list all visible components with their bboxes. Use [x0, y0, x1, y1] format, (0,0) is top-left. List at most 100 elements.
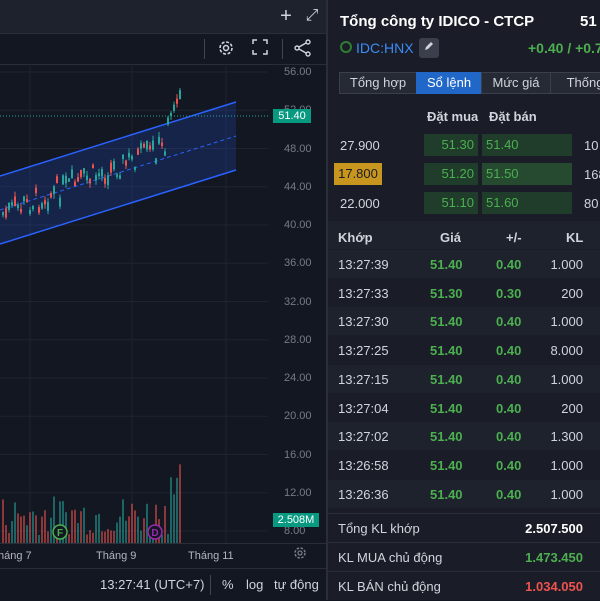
volume-bar	[50, 517, 52, 543]
candle-body	[11, 202, 13, 206]
tab-stats[interactable]: Thống	[550, 72, 600, 94]
tab-summary[interactable]: Tổng hợp	[339, 72, 417, 94]
company-name: Tổng công ty IDICO - CTCP	[340, 13, 535, 30]
toolbar-divider	[282, 39, 283, 59]
candle-body	[152, 140, 154, 150]
gear-icon[interactable]	[215, 38, 237, 60]
trade-time: 13:27:30	[338, 314, 389, 330]
event-marker-label: D	[151, 528, 158, 539]
trade-volume: 1.000	[550, 371, 583, 387]
trade-change: 0.40	[496, 457, 522, 473]
summary-value: 2.507.500	[525, 521, 583, 536]
tab-price-levels[interactable]: Mức giá	[481, 72, 551, 94]
volume-badge: 2.508M	[273, 513, 319, 527]
expand-icon[interactable]: ⤢	[301, 6, 323, 28]
candle-body	[74, 181, 76, 186]
volume-bar	[125, 520, 127, 543]
candle-body	[89, 178, 91, 184]
candle-body	[23, 196, 25, 202]
candle-body	[107, 175, 109, 186]
trade-row[interactable]: 13:27:25 51.40 0.40 8.000	[328, 336, 600, 364]
ticker-symbol[interactable]: IDC:HNX	[356, 40, 414, 56]
auto-toggle[interactable]: tự động	[274, 577, 319, 592]
orderbook-row[interactable]: 22.000 51.10 51.60 80	[328, 191, 600, 217]
candle-body	[92, 164, 94, 169]
summary-row: Tổng KL khớp 2.507.500	[328, 513, 600, 542]
add-icon[interactable]: +	[275, 6, 297, 28]
time-settings-icon[interactable]	[289, 545, 311, 567]
trade-row[interactable]: 13:27:15 51.40 0.40 1.000	[328, 364, 600, 393]
ask-price[interactable]: 51.60	[482, 192, 572, 214]
trade-row[interactable]: 13:27:33 51.30 0.30 200	[328, 279, 600, 307]
ask-price[interactable]: 51.40	[482, 134, 572, 156]
ask-price[interactable]: 51.50	[482, 163, 572, 185]
volume-bar	[146, 503, 148, 543]
candle-body	[5, 208, 7, 218]
trade-time: 13:27:04	[338, 400, 389, 416]
trade-row[interactable]: 13:27:39 51.40 0.40 1.000	[328, 250, 600, 278]
percent-toggle[interactable]: %	[222, 577, 234, 592]
time-tick: háng 7	[0, 550, 32, 562]
volume-bar	[176, 477, 178, 543]
trade-row[interactable]: 13:26:58 51.40 0.40 1.000	[328, 451, 600, 479]
edit-icon[interactable]	[419, 38, 439, 58]
chart-panel[interactable]: + ⤢ FD 56.0052.0048.0044.0040.0036.0032.…	[0, 0, 326, 600]
trade-price: 51.40	[430, 400, 463, 416]
summary-value: 1.473.450	[525, 550, 583, 565]
trade-change: 0.40	[496, 486, 522, 502]
trade-row[interactable]: 13:27:02 51.40 0.40 1.300	[328, 422, 600, 451]
bid-price[interactable]: 51.10	[424, 192, 478, 214]
trades-price-header: Giá	[440, 230, 461, 245]
quote-panel: Tổng công ty IDICO - CTCP 51 IDC:HNX +0.…	[328, 0, 600, 600]
orderbook-row[interactable]: 17.800 51.2051.50 168	[328, 162, 600, 188]
price-tick: 36.00	[284, 257, 312, 270]
trade-row[interactable]: 13:26:36 51.40 0.40 1.000	[328, 479, 600, 508]
trade-row[interactable]: 13:27:04 51.40 0.40 200	[328, 394, 600, 422]
time-axis[interactable]: háng 7 Tháng 9 Tháng 11	[0, 543, 326, 568]
candle-body	[17, 204, 19, 209]
volume-bar	[113, 530, 115, 543]
volume-bar	[164, 506, 166, 543]
trade-time: 13:27:15	[338, 371, 389, 387]
volume-bar	[119, 516, 121, 543]
orderbook-row[interactable]: 27.900 51.30 51.40 10	[328, 133, 600, 159]
candle-body	[104, 177, 106, 184]
volume-bar	[8, 532, 10, 543]
trade-volume: 1.000	[550, 457, 583, 473]
candle-body	[44, 200, 46, 205]
header-price: 51	[580, 13, 597, 30]
candle-body	[134, 167, 136, 170]
price-axis[interactable]: 56.0052.0048.0044.0040.0036.0032.0028.00…	[268, 64, 326, 544]
share-icon[interactable]	[292, 38, 314, 60]
price-chart[interactable]: FD	[0, 64, 268, 543]
trade-time: 13:27:25	[338, 343, 389, 359]
candle-body	[98, 173, 100, 177]
volume-bar	[2, 499, 4, 543]
volume-bar	[140, 530, 142, 543]
volume-bar	[47, 531, 49, 543]
trade-price: 51.40	[430, 371, 463, 387]
volume-bar	[116, 522, 118, 543]
log-toggle[interactable]: log	[246, 577, 263, 592]
channel-fill	[0, 102, 236, 244]
candle-body	[167, 117, 169, 125]
candle-body	[32, 206, 34, 210]
price-tick: 12.00	[284, 486, 312, 499]
trade-change: 0.40	[496, 314, 522, 330]
bottom-divider	[210, 575, 211, 595]
candle-body	[122, 154, 124, 160]
clock[interactable]: 13:27:41 (UTC+7)	[100, 577, 204, 592]
candle-body	[83, 168, 85, 174]
trades-change-header: +/-	[506, 230, 522, 245]
bid-price[interactable]: 51.20	[424, 163, 478, 185]
volume-bar	[92, 532, 94, 543]
trade-price: 51.40	[430, 314, 463, 330]
bid-price[interactable]: 51.30	[424, 134, 478, 156]
fullscreen-icon[interactable]	[249, 38, 271, 60]
trade-row[interactable]: 13:27:30 51.40 0.40 1.000	[328, 307, 600, 336]
tab-orderbook[interactable]: Sổ lệnh	[416, 72, 482, 94]
volume-bar	[74, 509, 76, 543]
bid-header: Đặt mua	[427, 109, 479, 124]
summary-row: KL MUA chủ động 1.473.450	[328, 542, 600, 571]
price-tick: 40.00	[284, 219, 312, 231]
